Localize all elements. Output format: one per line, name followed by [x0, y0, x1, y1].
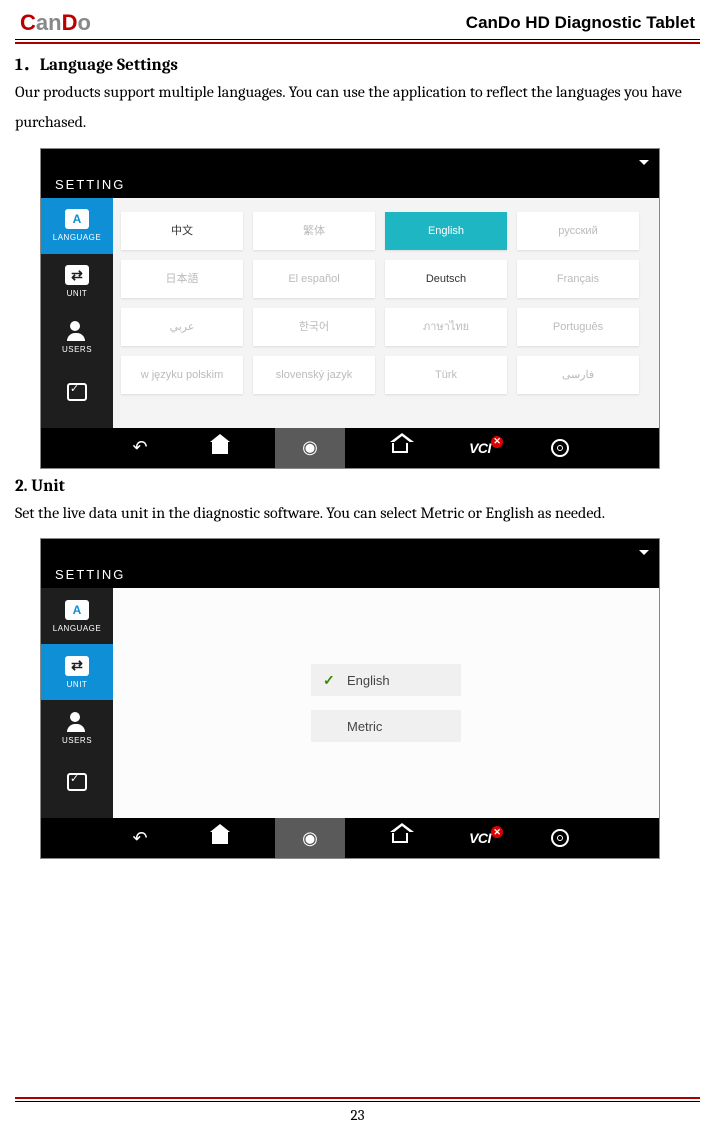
language-grid: 中文繁体 English русский 日本語 El español Deutsch Fr…	[113, 198, 659, 428]
unit-option-metric[interactable]: Metric	[311, 710, 461, 742]
language-tile[interactable]: 中文	[121, 212, 243, 250]
language-tile[interactable]: English	[385, 212, 507, 250]
language-tile[interactable]: عربي	[121, 308, 243, 346]
sidebar-item-language[interactable]: LANGUAGE	[41, 588, 113, 644]
users-icon	[65, 321, 89, 341]
unit-option-english[interactable]: ✓ English	[311, 664, 461, 696]
sidebar-item-data[interactable]	[41, 756, 113, 812]
vci-label: VCI	[469, 440, 491, 456]
unit-label-metric: Metric	[347, 719, 382, 734]
language-tile[interactable]: Deutsch	[385, 260, 507, 298]
sidebar-label-unit: UNIT	[67, 680, 88, 689]
language-tile[interactable]: 日本語	[121, 260, 243, 298]
bottom-toolbar: ↶ ◉ VCI	[41, 428, 659, 468]
settings-button[interactable]	[535, 818, 585, 858]
language-tile[interactable]: slovenský jazyk	[253, 356, 375, 394]
screenshot-language-settings: SETTING LANGUAGE UNIT USERS 中	[40, 148, 660, 469]
camera-button[interactable]: ◉	[275, 818, 345, 858]
home-solid-button[interactable]	[195, 818, 245, 858]
data-icon	[67, 383, 87, 401]
sidebar-item-data[interactable]	[41, 366, 113, 422]
home-outline-icon	[392, 443, 408, 453]
home-outline-icon	[392, 833, 408, 843]
settings-button[interactable]	[535, 428, 585, 468]
back-button[interactable]: ↶	[115, 818, 165, 858]
language-icon	[65, 600, 89, 620]
home-outline-button[interactable]	[375, 818, 425, 858]
sidebar-item-users[interactable]: USERS	[41, 310, 113, 366]
sidebar-item-unit[interactable]: UNIT	[41, 254, 113, 310]
home-outline-button[interactable]	[375, 428, 425, 468]
vci-status-button[interactable]: VCI	[455, 818, 505, 858]
camera-button[interactable]: ◉	[275, 428, 345, 468]
sidebar-label-users: USERS	[62, 736, 92, 745]
sidebar-label-unit: UNIT	[67, 289, 88, 298]
data-icon	[67, 773, 87, 791]
screen-title: SETTING	[41, 561, 659, 588]
footer-rule-black	[15, 1101, 700, 1102]
language-tile[interactable]: ภาษาไทย	[385, 308, 507, 346]
unit-label-english: English	[347, 673, 390, 688]
sidebar-item-users[interactable]: USERS	[41, 700, 113, 756]
settings-sidebar: LANGUAGE UNIT USERS	[41, 588, 113, 818]
unit-icon	[65, 265, 89, 285]
header-rule-outer	[15, 39, 700, 40]
footer-rule-red	[15, 1097, 700, 1099]
users-icon	[65, 712, 89, 732]
settings-sidebar: LANGUAGE UNIT USERS	[41, 198, 113, 428]
home-solid-icon	[212, 832, 228, 844]
language-icon	[65, 209, 89, 229]
bottom-toolbar: ↶ ◉ VCI	[41, 818, 659, 858]
status-bar	[41, 539, 659, 561]
sidebar-item-language[interactable]: LANGUAGE	[41, 198, 113, 254]
unit-options-area: ✓ English Metric	[113, 588, 659, 818]
home-solid-icon	[212, 442, 228, 454]
language-tile[interactable]: Français	[517, 260, 639, 298]
home-solid-button[interactable]	[195, 428, 245, 468]
sidebar-label-language: LANGUAGE	[53, 624, 101, 633]
vci-label: VCI	[469, 830, 491, 846]
section1-text: Our products support multiple languages.…	[15, 77, 700, 138]
language-tile[interactable]: فارسی	[517, 356, 639, 394]
section2-heading: 2. Unit	[15, 477, 700, 496]
header-rule-inner	[15, 42, 700, 44]
page-footer: 23	[15, 1097, 700, 1124]
unit-icon	[65, 656, 89, 676]
sidebar-item-unit[interactable]: UNIT	[41, 644, 113, 700]
screenshot-unit-settings: SETTING LANGUAGE UNIT USERS	[40, 538, 660, 859]
language-tile[interactable]: Türk	[385, 356, 507, 394]
status-bar	[41, 149, 659, 171]
language-tile[interactable]: w języku polskim	[121, 356, 243, 394]
gear-icon	[551, 439, 569, 457]
page-header: CanDo CanDo HD Diagnostic Tablet	[15, 10, 700, 38]
screen-title: SETTING	[41, 171, 659, 198]
section1-heading: 1．Language Settings	[15, 50, 700, 75]
vci-status-button[interactable]: VCI	[455, 428, 505, 468]
gear-icon	[551, 829, 569, 847]
sidebar-label-language: LANGUAGE	[53, 233, 101, 242]
document-title: CanDo HD Diagnostic Tablet	[466, 13, 695, 33]
sidebar-label-users: USERS	[62, 345, 92, 354]
language-tile[interactable]: Português	[517, 308, 639, 346]
page-number: 23	[15, 1106, 700, 1124]
back-button[interactable]: ↶	[115, 428, 165, 468]
section2-text: Set the live data unit in the diagnostic…	[15, 498, 700, 528]
language-tile[interactable]: русский	[517, 212, 639, 250]
cando-logo: CanDo	[20, 10, 91, 36]
language-tile[interactable]: El español	[253, 260, 375, 298]
language-tile[interactable]: 한국어	[253, 308, 375, 346]
language-tile[interactable]: 繁体	[253, 212, 375, 250]
check-icon: ✓	[323, 672, 337, 689]
